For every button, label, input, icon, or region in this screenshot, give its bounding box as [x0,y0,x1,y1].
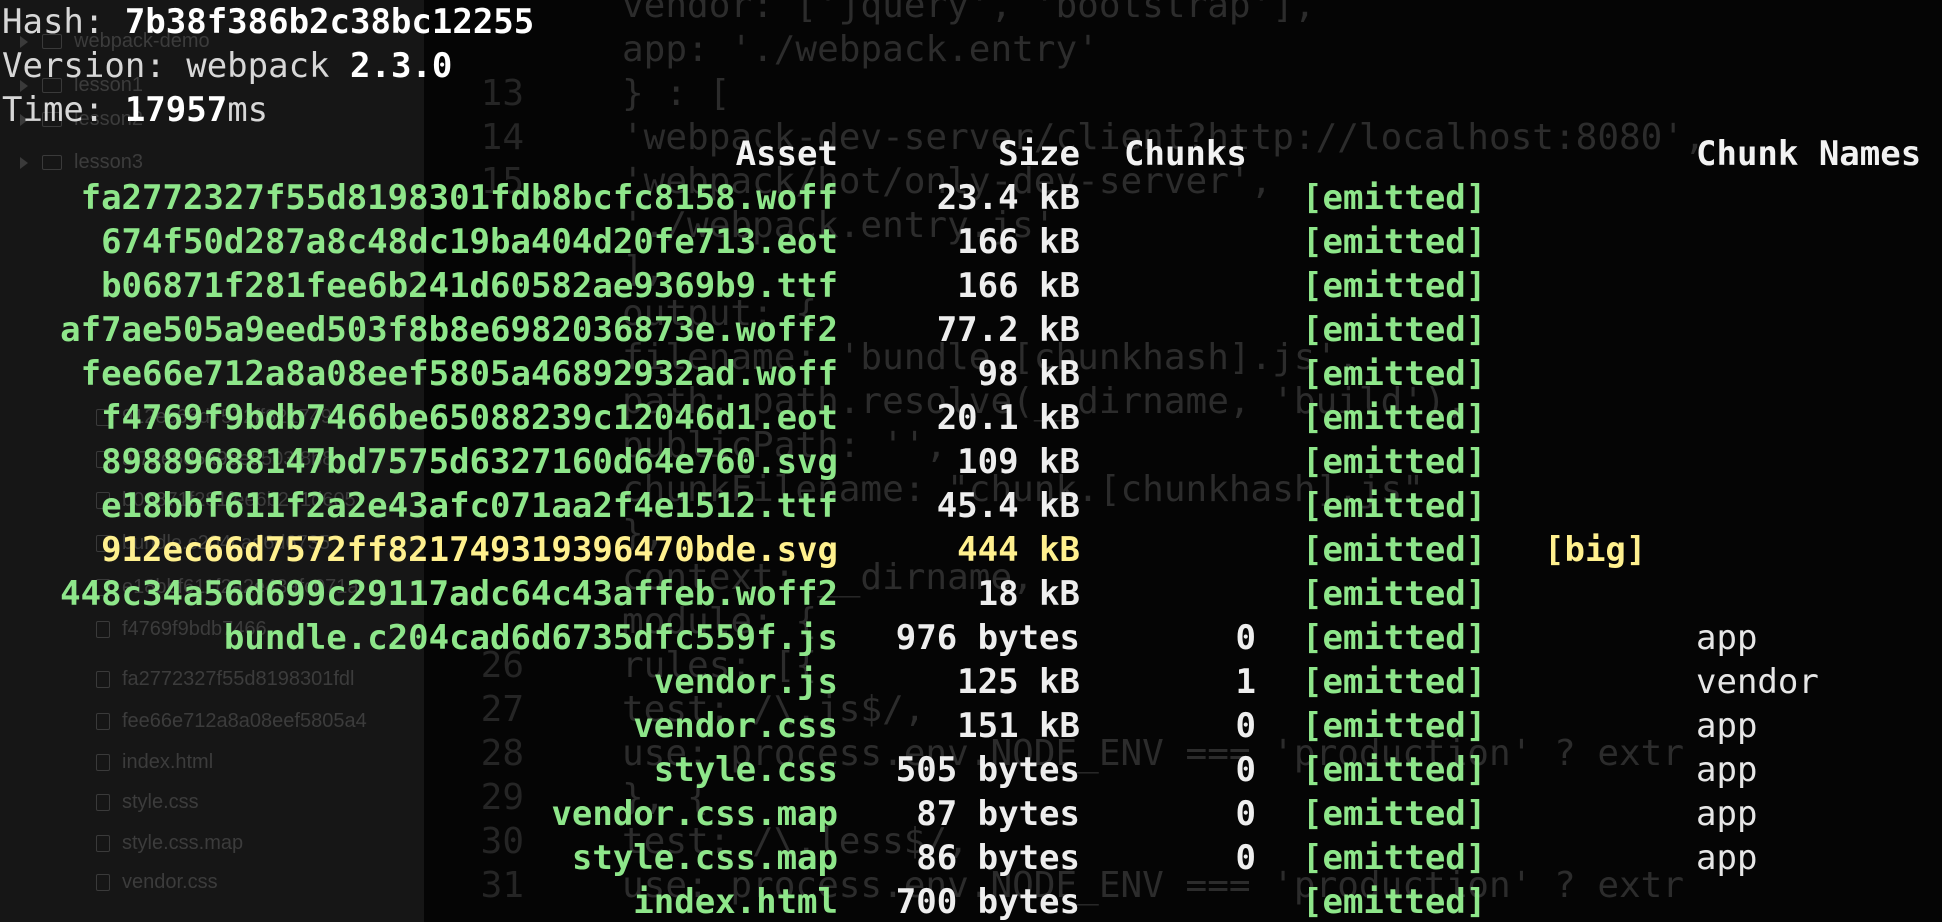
time-line: Time: 17957ms [2,88,268,132]
asset-row: vendor.css.map 87 bytes 0 [emitted] app [0,792,1942,836]
column-header-asset: Asset [735,134,838,174]
asset-name: 89889688147bd7575d6327160d64e760.svg [101,442,838,482]
asset-name: vendor.css.map [551,794,838,834]
emitted-status: [emitted] [1302,750,1487,790]
asset-row: 89889688147bd7575d6327160d64e760.svg 109 … [0,440,1942,484]
emitted-status: [emitted] [1302,354,1487,394]
asset-size: 976 bytes [895,618,1080,658]
asset-row: f4769f9bdb7466be65088239c12046d1.eot 20.1… [0,396,1942,440]
asset-row: 448c34a56d699c29117adc64c43affeb.woff2 18… [0,572,1942,616]
asset-row: 674f50d287a8c48dc19ba404d20fe713.eot 166 … [0,220,1942,264]
asset-size: 166 kB [957,266,1080,306]
emitted-status: [emitted] [1302,882,1487,922]
asset-chunks: 0 [1235,794,1256,834]
asset-chunks: 0 [1235,838,1256,878]
asset-size: 166 kB [957,222,1080,262]
asset-chunks: 0 [1235,750,1256,790]
hash-line: Hash: 7b38f386b2c38bc12255 [2,0,534,44]
asset-row: style.css 505 bytes 0 [emitted] app [0,748,1942,792]
asset-name: style.css.map [571,838,838,878]
version-value: 2.3.0 [350,46,453,86]
asset-row: bundle.c204cad6d6735dfc559f.js 976 bytes 0… [0,616,1942,660]
asset-size: 87 bytes [916,794,1080,834]
asset-size: 151 kB [957,706,1080,746]
column-header-chunks: Chunks [1124,134,1247,174]
asset-chunks: 0 [1235,706,1256,746]
asset-name: f4769f9bdb7466be65088239c12046d1.eot [101,398,838,438]
asset-name: 448c34a56d699c29117adc64c43affeb.woff2 [60,574,838,614]
asset-row: b06871f281fee6b241d60582ae9369b9.ttf 166 … [0,264,1942,308]
asset-size: 505 bytes [895,750,1080,790]
asset-name: vendor.js [653,662,838,702]
time-unit: ms [227,90,269,130]
asset-row: style.css.map 86 bytes 0 [emitted] app [0,836,1942,880]
emitted-status: [emitted] [1302,838,1487,878]
asset-size: 45.4 kB [936,486,1080,526]
emitted-status: [emitted] [1302,178,1487,218]
asset-name: fa2772327f55d8198301fdb8bcfc8158.woff [80,178,838,218]
emitted-status: [emitted] [1302,442,1487,482]
terminal-output: Hash: 7b38f386b2c38bc12255 Version: webp… [0,0,1942,922]
asset-name: 674f50d287a8c48dc19ba404d20fe713.eot [101,222,838,262]
asset-name: af7ae505a9eed503f8b8e6982036873e.woff2 [60,310,838,350]
emitted-status: [emitted] [1302,222,1487,262]
asset-name: b06871f281fee6b241d60582ae9369b9.ttf [101,266,838,306]
emitted-status: [emitted] [1302,574,1487,614]
asset-row: vendor.css 151 kB 0 [emitted] app [0,704,1942,748]
hash-value: 7b38f386b2c38bc12255 [124,2,535,42]
asset-row: vendor.js 125 kB 1 [emitted] vendor [0,660,1942,704]
asset-row: e18bbf611f2a2e43afc071aa2f4e1512.ttf 45.4… [0,484,1942,528]
asset-name: fee66e712a8a08eef5805a46892932ad.woff [80,354,838,394]
asset-size: 125 kB [957,662,1080,702]
asset-size: 109 kB [957,442,1080,482]
column-header-chunk-names: Chunk Names [1696,134,1922,174]
emitted-status: [emitted] [1302,706,1487,746]
asset-name: style.css [653,750,838,790]
chunk-name: app [1696,838,1758,878]
asset-name: 912ec66d7572ff821749319396470bde.svg [101,530,838,570]
asset-row: fee66e712a8a08eef5805a46892932ad.woff 98 … [0,352,1942,396]
asset-size: 18 kB [977,574,1080,614]
asset-size: 23.4 kB [936,178,1080,218]
asset-size: 700 bytes [895,882,1080,922]
asset-name: vendor.css [633,706,838,746]
big-flag: [big] [1544,530,1647,570]
asset-chunks: 1 [1235,662,1256,702]
chunk-name: app [1696,750,1758,790]
emitted-status: [emitted] [1302,530,1487,570]
time-value: 17957 [124,90,228,130]
chunk-name: app [1696,618,1758,658]
version-label: Version: webpack [2,46,350,86]
asset-name: e18bbf611f2a2e43afc071aa2f4e1512.ttf [101,486,838,526]
emitted-status: [emitted] [1302,486,1487,526]
asset-size: 98 kB [977,354,1080,394]
asset-row: af7ae505a9eed503f8b8e6982036873e.woff2 77… [0,308,1942,352]
emitted-status: [emitted] [1302,310,1487,350]
emitted-status: [emitted] [1302,618,1487,658]
asset-row: 912ec66d7572ff821749319396470bde.svg 444 … [0,528,1942,572]
asset-size: 444 kB [957,530,1080,570]
emitted-status: [emitted] [1302,662,1487,702]
hash-label: Hash: [2,2,125,42]
chunk-name: app [1696,706,1758,746]
column-header-size: Size [998,134,1080,174]
chunk-name: app [1696,794,1758,834]
chunk-name: vendor [1696,662,1819,702]
asset-size: 20.1 kB [936,398,1080,438]
column-header-row: Asset Size Chunks Chunk Names [0,132,1942,176]
emitted-status: [emitted] [1302,794,1487,834]
asset-size: 77.2 kB [936,310,1080,350]
emitted-status: [emitted] [1302,398,1487,438]
version-line: Version: webpack 2.3.0 [2,44,452,88]
emitted-status: [emitted] [1302,266,1487,306]
asset-name: index.html [633,882,838,922]
asset-size: 86 bytes [916,838,1080,878]
asset-row: index.html 700 bytes [emitted] [0,880,1942,922]
asset-chunks: 0 [1235,618,1256,658]
asset-row: fa2772327f55d8198301fdb8bcfc8158.woff 23.… [0,176,1942,220]
time-label: Time: [2,90,125,130]
asset-name: bundle.c204cad6d6735dfc559f.js [223,618,838,658]
